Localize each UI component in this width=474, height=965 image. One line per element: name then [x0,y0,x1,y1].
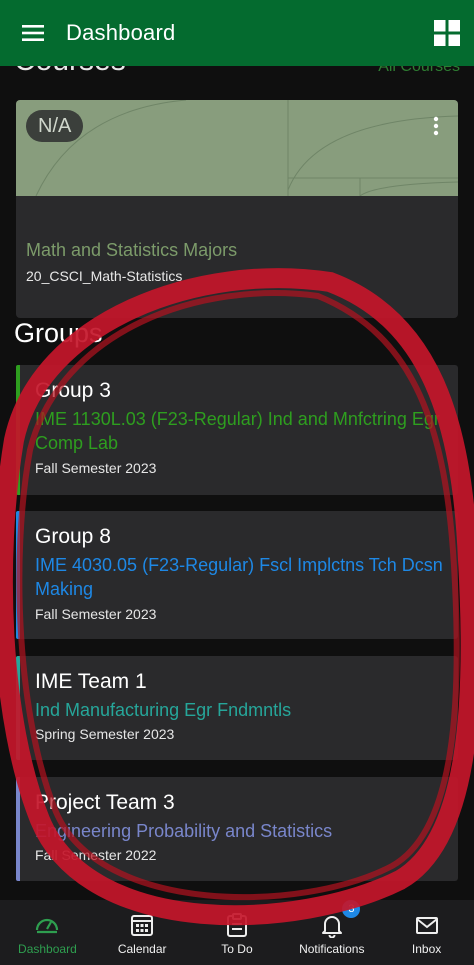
group-card[interactable]: Project Team 3 Engineering Probability a… [16,777,458,881]
nav-dashboard-label: Dashboard [18,942,77,956]
group-color-bar [16,511,20,639]
envelope-icon [414,912,440,938]
courses-header: Courses All Courses [14,66,460,84]
nav-notifications[interactable]: 3 Notifications [284,900,379,965]
group-course: Engineering Probability and Statistics [35,821,333,841]
courses-heading: Courses [14,66,126,77]
groups-heading: Groups [14,318,103,348]
group-name: Group 3 [35,379,111,402]
nav-todo-label: To Do [221,942,253,956]
group-term: Fall Semester 2023 [35,606,157,622]
grade-pill: N/A [26,110,84,142]
group-name: Group 8 [35,525,111,548]
grid-view-icon[interactable] [434,20,460,46]
group-course: IME 4030.05 (F23-Regular) Fscl Implctns … [35,555,443,599]
calendar-icon [129,912,155,938]
group-course: Ind Manufacturing Egr Fndmntls [35,700,292,720]
notifications-badge: 3 [342,900,361,918]
course-card[interactable]: N/A Math and Statistics Majors 20_CSCI_M… [16,100,458,318]
dashboard-gauge-icon [34,912,60,938]
group-card[interactable]: Group 3 IME 1130L.03 (F23-Regular) Ind a… [16,365,458,495]
group-term: Spring Semester 2023 [35,726,175,742]
nav-calendar[interactable]: Calendar [95,900,190,965]
app-bar: Dashboard [0,0,474,66]
nav-dashboard[interactable]: Dashboard [0,900,95,965]
course-card-image: N/A [16,100,458,196]
nav-todo[interactable]: To Do [190,900,285,965]
group-card[interactable]: IME Team 1 Ind Manufacturing Egr Fndmntl… [16,656,458,760]
bottom-navigation: Dashboard Calendar To Do 3 Notifications… [0,900,474,965]
group-color-bar [16,365,20,495]
nav-inbox-label: Inbox [411,942,442,956]
clipboard-icon [224,912,250,938]
course-name: Math and Statistics Majors [26,240,238,260]
group-term: Fall Semester 2022 [35,847,157,863]
group-name: IME Team 1 [35,670,147,693]
all-courses-link[interactable]: All Courses [378,66,460,76]
nav-notifications-label: Notifications [299,942,365,956]
bell-icon [319,912,345,939]
page-title: Dashboard [66,20,176,45]
course-code: 20_CSCI_Math-Statistics [26,268,183,284]
group-course: IME 1130L.03 (F23-Regular) Ind and Mnfct… [35,409,440,453]
nav-inbox[interactable]: Inbox [379,900,474,965]
group-color-bar [16,656,20,760]
group-color-bar [16,777,20,881]
hamburger-menu-icon[interactable] [0,0,66,66]
more-options-icon[interactable] [432,116,440,136]
nav-calendar-label: Calendar [117,942,167,956]
dashboard-content[interactable]: Courses All Courses N/A Math and Statist… [0,66,474,900]
group-name: Project Team 3 [35,791,175,814]
group-card[interactable]: Group 8 IME 4030.05 (F23-Regular) Fscl I… [16,511,458,639]
group-term: Fall Semester 2023 [35,460,157,476]
